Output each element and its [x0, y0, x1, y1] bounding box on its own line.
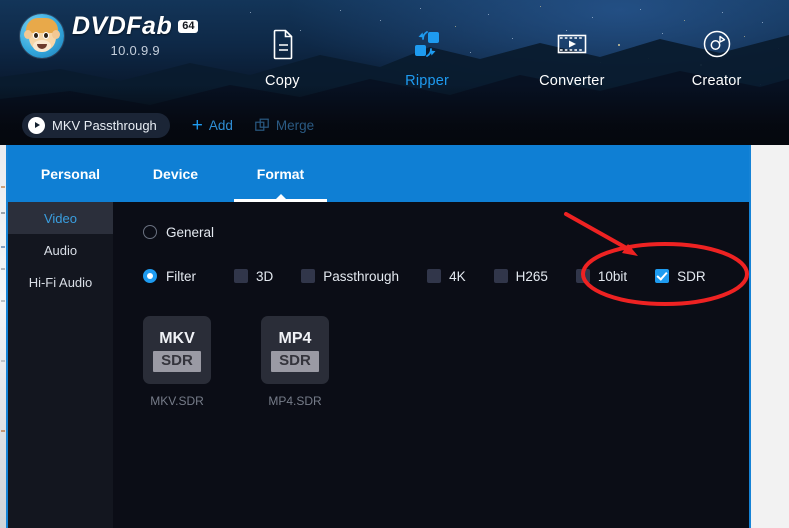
- merge-button[interactable]: Merge: [255, 118, 314, 133]
- checkbox-10bit-label: 10bit: [597, 268, 628, 284]
- checkbox-item-10bit[interactable]: 10bit: [575, 268, 628, 284]
- profile-toolbar: MKV Passthrough + Add Merge: [0, 105, 789, 145]
- tab-personal-label: Personal: [40, 165, 101, 182]
- disc-burn-icon: [700, 24, 734, 64]
- dvdfab-window: DVDFab 64 10.0.9.9 Copy Ripper Converter…: [0, 0, 789, 528]
- profile-selector-label: MKV Passthrough: [52, 117, 157, 133]
- checkbox-sdr[interactable]: [655, 269, 670, 283]
- format-tile-mkv-caption: MKV.SDR: [150, 394, 204, 408]
- filter-checkbox-group: 3D Passthrough 4K H265 10bit SDR: [234, 269, 734, 284]
- tab-format-label: Format: [256, 165, 305, 182]
- checkbox-item-passthrough[interactable]: Passthrough: [301, 269, 399, 284]
- checkbox-passthrough-label: Passthrough: [323, 268, 400, 284]
- sidebar-item-video[interactable]: Video: [8, 202, 113, 234]
- checkbox-h265-label: H265: [515, 268, 548, 284]
- category-sidebar: Video Audio Hi-Fi Audio: [8, 202, 113, 528]
- checkbox-3d-label: 3D: [256, 268, 274, 284]
- video-frame-icon: [555, 24, 589, 64]
- sidebar-item-audio-label: Audio: [43, 242, 78, 258]
- tab-format[interactable]: Format: [228, 145, 333, 202]
- add-button[interactable]: + Add: [192, 116, 233, 135]
- app-name: DVDFab: [72, 12, 173, 40]
- checkbox-h265[interactable]: [493, 269, 508, 283]
- nav-item-creator[interactable]: Creator: [644, 24, 789, 104]
- checkbox-item-4k[interactable]: 4K: [427, 269, 466, 284]
- checkbox-4k-label: 4K: [449, 268, 466, 284]
- tab-device-label: Device: [152, 165, 199, 182]
- tab-personal[interactable]: Personal: [18, 145, 123, 202]
- nav-item-copy[interactable]: Copy: [210, 24, 355, 104]
- checkbox-4k[interactable]: [427, 269, 442, 283]
- document-copy-icon: [267, 24, 297, 64]
- format-tile-mp4-top: MP4: [278, 330, 312, 348]
- arrow-right-circle-icon: [28, 116, 45, 134]
- radio-general[interactable]: [143, 225, 157, 239]
- format-tile-mp4-caption: MP4.SDR: [268, 394, 322, 408]
- sidebar-item-audio[interactable]: Audio: [8, 234, 113, 266]
- dvdfab-monkey-icon: [20, 14, 64, 58]
- checkbox-passthrough[interactable]: [301, 269, 316, 283]
- format-tile-mkv-icon: MKV SDR: [143, 316, 211, 384]
- architecture-badge: 64: [178, 19, 199, 34]
- format-tile-mkv-sdr[interactable]: MKV SDR MKV.SDR: [143, 316, 211, 408]
- nav-label-copy: Copy: [265, 73, 300, 89]
- format-tile-mp4-sub: SDR: [271, 350, 319, 372]
- radio-filter-label: Filter: [166, 268, 196, 284]
- format-tile-mp4-sdr[interactable]: MP4 SDR MP4.SDR: [261, 316, 329, 408]
- panel-right-border: [749, 145, 751, 528]
- mode-option-general[interactable]: General: [143, 222, 214, 242]
- checkbox-item-h265[interactable]: H265: [493, 268, 548, 284]
- sidebar-item-video-label: Video: [43, 210, 77, 226]
- app-version: 10.0.9.9: [110, 43, 160, 58]
- profile-tabstrip: Personal Device Format: [8, 145, 750, 202]
- tab-device[interactable]: Device: [123, 145, 228, 202]
- format-tile-mkv-top: MKV: [159, 330, 195, 348]
- active-tab-caret-icon: [275, 194, 286, 199]
- nav-item-ripper[interactable]: Ripper: [355, 24, 500, 104]
- format-tile-list: MKV SDR MKV.SDR MP4 SDR MP4.SDR: [143, 316, 329, 408]
- profile-selector-button[interactable]: MKV Passthrough: [22, 112, 170, 138]
- format-tile-mp4-icon: MP4 SDR: [261, 316, 329, 384]
- ripper-convert-icon: [410, 24, 444, 64]
- main-navigation: Copy Ripper Converter Creator: [210, 24, 789, 104]
- checkbox-3d[interactable]: [234, 269, 248, 283]
- format-content: General Filter 3D Passthrough 4K H265 10…: [113, 202, 750, 528]
- nav-label-creator: Creator: [691, 73, 742, 89]
- checkbox-item-sdr[interactable]: SDR: [655, 269, 706, 284]
- merge-button-label: Merge: [275, 117, 315, 133]
- sidebar-item-hifi-audio[interactable]: Hi-Fi Audio: [8, 266, 113, 298]
- nav-item-converter[interactable]: Converter: [500, 24, 645, 104]
- add-button-label: Add: [208, 117, 233, 133]
- checkbox-sdr-label: SDR: [677, 268, 706, 284]
- app-window: DVDFab 64 10.0.9.9 Copy Ripper Converter…: [0, 0, 789, 528]
- format-tile-mkv-sub: SDR: [153, 350, 201, 372]
- sidebar-item-hifi-audio-label: Hi-Fi Audio: [28, 274, 93, 290]
- radio-general-label: General: [166, 224, 215, 240]
- panel-left-border: [6, 145, 8, 528]
- nav-label-ripper: Ripper: [405, 73, 450, 89]
- plus-icon: +: [191, 114, 203, 136]
- app-logo: DVDFab 64 10.0.9.9: [20, 12, 199, 58]
- merge-squares-icon: [255, 118, 270, 133]
- nav-label-converter: Converter: [539, 73, 605, 89]
- radio-filter[interactable]: [143, 269, 157, 283]
- format-panel: Video Audio Hi-Fi Audio General Filter 3…: [8, 202, 750, 528]
- filter-row: Filter 3D Passthrough 4K H265 10bit SDR: [143, 266, 743, 286]
- checkbox-10bit[interactable]: [575, 269, 590, 283]
- checkbox-item-3d[interactable]: 3D: [234, 269, 273, 284]
